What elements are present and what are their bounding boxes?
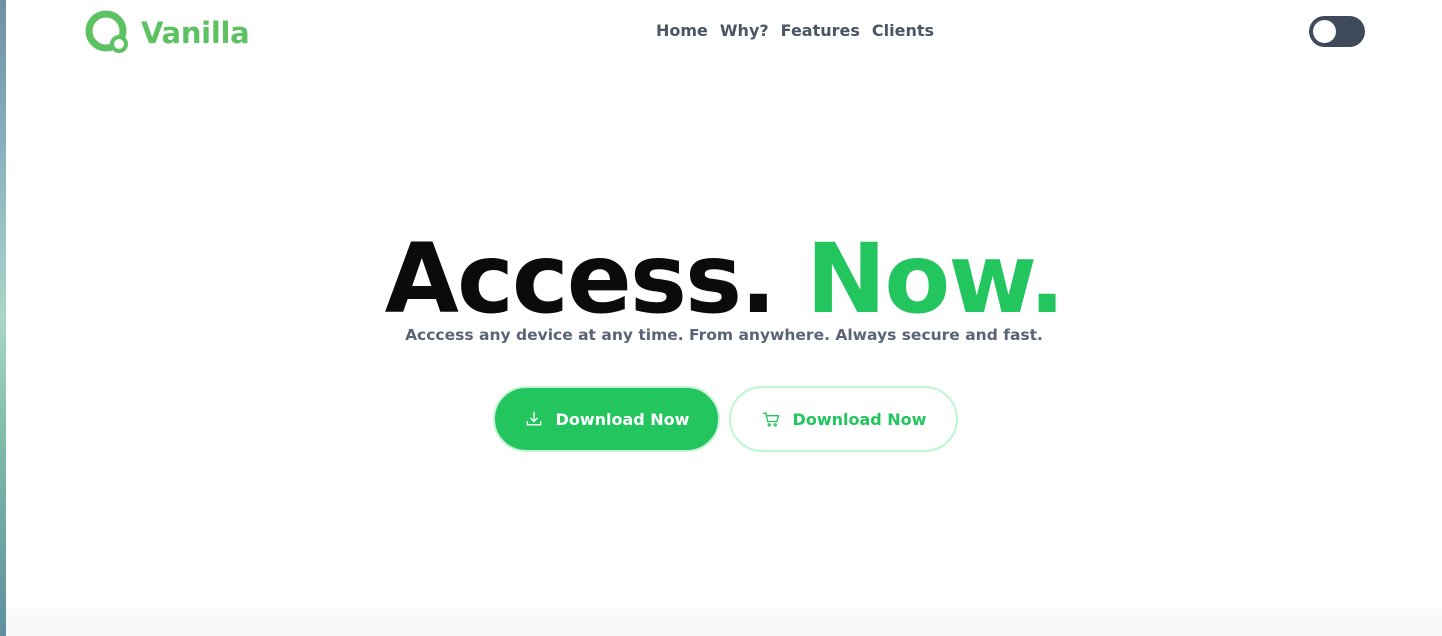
nav-why[interactable]: Why? [720, 20, 769, 42]
hero-title: Access. Now. [6, 224, 1442, 334]
hero-title-part1: Access. [384, 223, 777, 335]
toggle-knob [1313, 20, 1336, 43]
nav-home[interactable]: Home [656, 20, 708, 42]
page: Vanilla Home Why? Features Clients Acces… [6, 0, 1442, 636]
theme-toggle[interactable] [1309, 16, 1365, 47]
main-nav: Home Why? Features Clients [656, 20, 934, 42]
brand-logo-link[interactable]: Vanilla [84, 8, 250, 56]
download-now-label: Download Now [555, 409, 690, 429]
next-section-band [6, 609, 1442, 636]
hero-subtitle: Acccess any device at any time. From any… [405, 326, 1043, 344]
brand-name: Vanilla [141, 15, 250, 50]
nav-clients[interactable]: Clients [872, 20, 934, 42]
hero-title-part2: Now. [806, 223, 1065, 335]
download-icon [526, 411, 541, 426]
header: Vanilla Home Why? Features Clients [6, 0, 1442, 64]
download-now-button[interactable]: Download Now [493, 386, 720, 452]
buy-download-button[interactable]: Download Now [729, 386, 958, 452]
logo-icon [85, 10, 128, 53]
cart-icon [762, 412, 779, 427]
nav-features[interactable]: Features [781, 20, 860, 42]
buy-download-label: Download Now [792, 409, 927, 429]
